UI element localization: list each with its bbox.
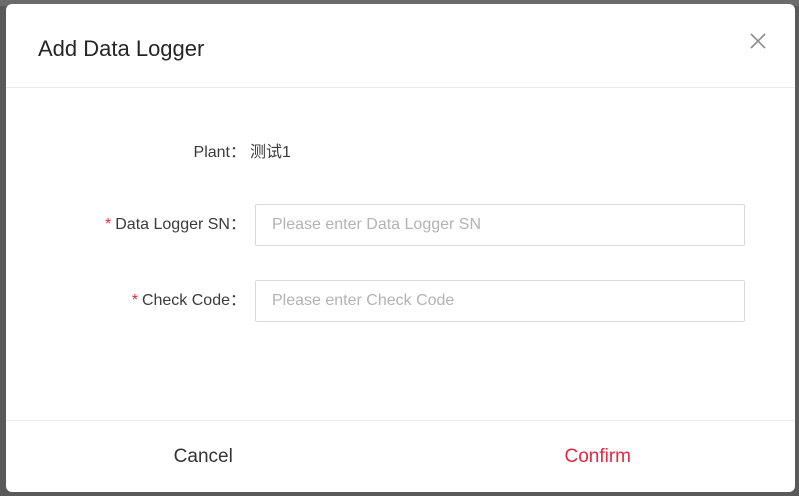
data-logger-sn-input[interactable] [255,204,745,246]
check-code-input[interactable] [255,280,745,322]
add-data-logger-dialog: Add Data Logger Plant： 测试1 * Data Logger … [6,4,795,492]
required-marker: * [105,216,112,233]
required-marker: * [131,292,138,309]
plant-row: Plant： 测试1 [6,132,795,174]
close-icon [750,33,766,49]
data-logger-sn-label: * Data Logger SN： [105,216,246,233]
dialog-footer: Cancel Confirm [6,420,795,492]
dialog-title: Add Data Logger [38,36,205,61]
dialog-header: Add Data Logger [6,4,795,88]
confirm-button[interactable]: Confirm [401,421,796,492]
check-code-label: * Check Code： [131,292,246,309]
plant-value: 测试1 [250,144,291,161]
data-logger-sn-row: * Data Logger SN： [6,204,795,246]
plant-label: Plant： [193,144,246,161]
check-code-row: * Check Code： [6,280,795,322]
cancel-button[interactable]: Cancel [6,421,401,492]
close-button[interactable] [747,30,769,52]
